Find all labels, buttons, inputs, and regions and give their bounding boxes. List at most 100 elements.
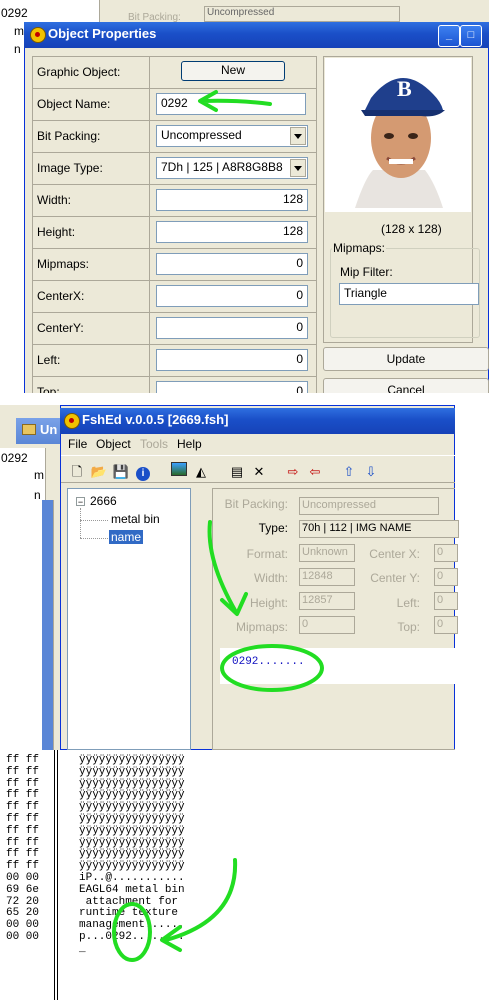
tree-line — [80, 520, 108, 521]
centerx-label-cell: CenterX: — [32, 280, 150, 313]
left-label: Left: — [396, 596, 420, 610]
left-value: 0 — [437, 594, 444, 606]
preview-image: B — [325, 58, 471, 212]
open-folder-icon[interactable]: 📂 — [88, 461, 110, 483]
centerx-field[interactable]: 0 — [156, 285, 308, 307]
centerx-label: CenterX: — [37, 289, 85, 303]
center-y-field[interactable]: 0 — [434, 568, 458, 586]
bit-packing-field[interactable]: Uncompressed — [299, 497, 439, 515]
background-tree-pane-2: 0292 m n — [0, 448, 46, 750]
object-name-field[interactable]: 0292 — [156, 93, 306, 115]
shapes-icon[interactable]: ◭ — [190, 461, 212, 483]
menu-object[interactable]: Object — [96, 437, 131, 451]
fshed-title: FshEd v.0.0.5 [2669.fsh] — [82, 412, 229, 427]
top-field[interactable]: 0 — [434, 616, 458, 634]
object-name-value: 0292 — [161, 96, 188, 110]
info-icon[interactable]: i — [132, 461, 154, 483]
width-value: 12848 — [302, 570, 333, 582]
image-type-label-cell: Image Type: — [32, 152, 150, 185]
left-value: 0 — [296, 352, 303, 366]
menu-file[interactable]: File — [68, 437, 87, 451]
properties-icon[interactable]: ▤ — [226, 461, 248, 483]
background-tree-value-2[interactable]: 0292 — [1, 451, 28, 465]
bit-packing-label-cell: Bit Packing: — [32, 120, 150, 153]
mipmaps-label-cell: Mipmaps: — [32, 248, 150, 281]
object-tree[interactable]: − 2666 metal bin name — [67, 488, 191, 750]
app-icon — [30, 27, 46, 43]
graphic-object-label-cell: Graphic Object: — [32, 56, 150, 89]
tree-line — [80, 508, 81, 538]
background-tree-value[interactable]: 0292 — [1, 6, 28, 20]
width-field[interactable]: 12848 — [299, 568, 355, 586]
image-icon[interactable] — [168, 461, 190, 483]
move-down-icon[interactable]: ⇩ — [360, 461, 382, 483]
centerx-value: 0 — [296, 288, 303, 302]
background-tree-node[interactable]: m — [14, 24, 24, 38]
width-label: Width: — [253, 571, 288, 585]
move-up-icon[interactable]: ⇧ — [338, 461, 360, 483]
object-name-label-cell: Object Name: — [32, 88, 150, 121]
left-label: Left: — [37, 353, 61, 367]
bit-packing-label: Bit Packing: — [224, 497, 288, 511]
background-tree-node-2[interactable]: n — [34, 488, 41, 502]
fshed-titlebar[interactable]: FshEd v.0.0.5 [2669.fsh] — [60, 408, 455, 434]
background-tree-node-2[interactable]: m — [34, 468, 44, 482]
height-label: Height: — [37, 225, 76, 239]
minimize-button[interactable]: _ — [438, 25, 460, 47]
new-button-label: New — [220, 63, 245, 77]
width-label-cell: Width: — [32, 184, 150, 217]
left-field[interactable]: 0 — [434, 592, 458, 610]
center-x-value: 0 — [437, 546, 444, 558]
centery-field[interactable]: 0 — [156, 317, 308, 339]
mip-filter-value: Triangle — [344, 286, 387, 300]
folder-icon — [22, 424, 36, 435]
chevron-down-icon[interactable] — [290, 159, 306, 177]
format-label: Format: — [246, 547, 288, 561]
center-y-value: 0 — [437, 570, 444, 582]
hex-bytes: ff ff ff ff ff ff ff ff ff ff ff ff ff f… — [6, 754, 40, 943]
type-field[interactable]: 70h | 112 | IMG NAME — [299, 520, 459, 538]
mipmaps-group-label: Mipmaps: — [332, 241, 387, 255]
section-divider — [0, 393, 489, 405]
maximize-button[interactable]: □ — [460, 25, 482, 47]
svg-text:B: B — [397, 76, 412, 101]
image-type-value: 7Dh | 125 | A8R8G8B8 — [161, 160, 283, 174]
mipmaps-label: Mipmaps: — [235, 620, 288, 634]
mipmaps-value: 0 — [296, 256, 303, 270]
image-type-select[interactable]: 7Dh | 125 | A8R8G8B8 — [156, 157, 308, 179]
mip-filter-select[interactable]: Triangle — [339, 283, 479, 305]
tree-item-metal-bin[interactable]: metal bin — [111, 512, 160, 526]
height-field[interactable]: 128 — [156, 221, 308, 243]
mipmaps-field[interactable]: 0 — [299, 616, 355, 634]
height-value: 12857 — [302, 594, 333, 606]
mipmaps-value: 0 — [302, 618, 309, 630]
chevron-down-icon[interactable] — [290, 127, 306, 145]
height-field[interactable]: 12857 — [299, 592, 355, 610]
center-x-field[interactable]: 0 — [434, 544, 458, 562]
width-value: 128 — [282, 192, 303, 206]
bit-packing-select[interactable]: Uncompressed — [156, 125, 308, 147]
mipmaps-field[interactable]: 0 — [156, 253, 308, 275]
type-label: Type: — [258, 521, 288, 535]
tree-item-name[interactable]: name — [109, 530, 144, 544]
menu-tools[interactable]: Tools — [140, 437, 168, 451]
top-value: 0 — [437, 618, 444, 630]
tree-expander[interactable]: − — [76, 497, 85, 507]
save-icon[interactable]: 💾 — [110, 461, 132, 483]
left-field[interactable]: 0 — [156, 349, 308, 371]
menu-help[interactable]: Help — [177, 437, 202, 451]
delete-icon[interactable]: ✕ — [248, 461, 270, 483]
import-icon[interactable]: ⇨ — [282, 461, 304, 483]
new-file-icon[interactable]: 🗋 — [66, 461, 88, 483]
update-button[interactable]: Update — [323, 347, 489, 371]
format-field[interactable]: Unknown — [299, 544, 355, 562]
background-tree-node[interactable]: n — [14, 42, 21, 56]
object-properties-titlebar[interactable]: Object Properties _ □ — [24, 22, 489, 48]
bit-packing-value: Uncompressed — [302, 499, 376, 511]
new-button[interactable]: New — [181, 61, 285, 81]
top-label: Top: — [397, 620, 420, 634]
width-field[interactable]: 128 — [156, 189, 308, 211]
background-window-2-title: Un — [40, 422, 58, 437]
tree-root[interactable]: 2666 — [90, 494, 117, 508]
export-icon[interactable]: ⇦ — [304, 461, 326, 483]
